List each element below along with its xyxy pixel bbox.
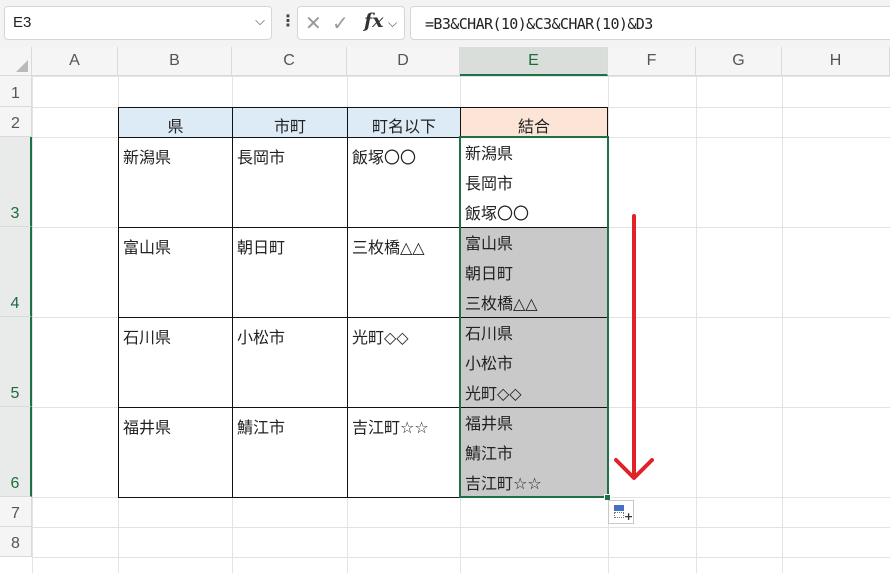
combined-line: 飯塚〇〇 (465, 204, 530, 223)
table-cell[interactable]: 光町◇◇ (347, 317, 461, 408)
combined-line: 石川県 (465, 324, 514, 343)
table-header-cell[interactable]: 結合 (460, 107, 608, 138)
row-header-6[interactable]: 6 (0, 407, 32, 497)
combined-line: 新潟県 (465, 144, 514, 163)
column-header-f[interactable]: F (608, 47, 696, 76)
combined-line: 長岡市 (465, 174, 514, 193)
table-cell[interactable]: 長岡市 (232, 137, 348, 228)
formula-bar: E3 ⌵ ⋮ ✕ ✓ fx ⌵ =B3&CHAR(10)&C3&CHAR(10)… (0, 0, 890, 47)
combined-cell[interactable]: 福井県鯖江市吉江町☆☆ (460, 407, 608, 498)
combined-line: 鯖江市 (465, 444, 514, 463)
column-header-h[interactable]: H (782, 47, 890, 76)
column-header-d[interactable]: D (347, 47, 460, 76)
select-all-corner[interactable] (0, 47, 32, 76)
row-header-5[interactable]: 5 (0, 317, 32, 407)
combined-line: 小松市 (465, 354, 514, 373)
formula-input[interactable]: =B3&CHAR(10)&C3&CHAR(10)&D3 (410, 6, 890, 40)
enter-icon[interactable]: ✓ (332, 11, 349, 35)
gridline (32, 76, 890, 77)
name-box-value: E3 (13, 14, 32, 31)
table-cell[interactable]: 朝日町 (232, 227, 348, 318)
gridline (32, 557, 890, 558)
column-header-g[interactable]: G (696, 47, 782, 76)
column-header-e[interactable]: E (460, 47, 608, 76)
table-cell[interactable]: 小松市 (232, 317, 348, 408)
column-header-a[interactable]: A (32, 47, 118, 76)
table-header-cell[interactable]: 県 (118, 107, 233, 138)
combined-line: 富山県 (465, 234, 514, 253)
combined-line: 朝日町 (465, 264, 514, 283)
combined-line: 三枚橋△△ (465, 294, 538, 313)
table-cell[interactable]: 新潟県 (118, 137, 233, 228)
combined-line: 福井県 (465, 414, 514, 433)
combined-line: 光町◇◇ (465, 384, 522, 403)
table-cell[interactable]: 富山県 (118, 227, 233, 318)
cancel-icon[interactable]: ✕ (305, 11, 322, 35)
table-header-cell[interactable]: 市町 (232, 107, 348, 138)
insert-function-icon[interactable]: fx (364, 10, 384, 32)
combined-cell[interactable]: 富山県朝日町三枚橋△△ (460, 227, 608, 318)
combined-line: 吉江町☆☆ (465, 474, 542, 493)
table-cell[interactable]: 鯖江市 (232, 407, 348, 498)
combined-cell[interactable]: 新潟県長岡市飯塚〇〇 (460, 137, 608, 228)
formula-buttons: ✕ ✓ fx ⌵ (297, 6, 405, 40)
table-cell[interactable]: 吉江町☆☆ (347, 407, 461, 498)
down-arrow-icon (614, 214, 654, 480)
chevron-down-icon[interactable]: ⌵ (255, 13, 265, 29)
row-header-7[interactable]: 7 (0, 497, 32, 527)
row-header-8[interactable]: 8 (0, 527, 32, 557)
table-cell[interactable]: 飯塚〇〇 (347, 137, 461, 228)
table-header-cell[interactable]: 町名以下 (347, 107, 461, 138)
gridline (782, 76, 783, 573)
table-cell[interactable]: 三枚橋△△ (347, 227, 461, 318)
gridline (32, 76, 33, 573)
chevron-down-icon[interactable]: ⌵ (388, 16, 397, 31)
row-header-1[interactable]: 1 (0, 76, 32, 107)
row-header-4[interactable]: 4 (0, 227, 32, 317)
row-header-3[interactable]: 3 (0, 137, 32, 227)
gridline (696, 76, 697, 573)
name-box[interactable]: E3 ⌵ (4, 6, 272, 40)
combined-cell[interactable]: 石川県小松市光町◇◇ (460, 317, 608, 408)
column-header-b[interactable]: B (118, 47, 232, 76)
table-cell[interactable]: 石川県 (118, 317, 233, 408)
table-cell[interactable]: 福井県 (118, 407, 233, 498)
gridline (32, 527, 890, 528)
more-icon[interactable]: ⋮ (280, 11, 296, 30)
column-header-c[interactable]: C (232, 47, 347, 76)
row-header-2[interactable]: 2 (0, 107, 32, 137)
auto-fill-options-icon[interactable]: + (608, 500, 634, 524)
